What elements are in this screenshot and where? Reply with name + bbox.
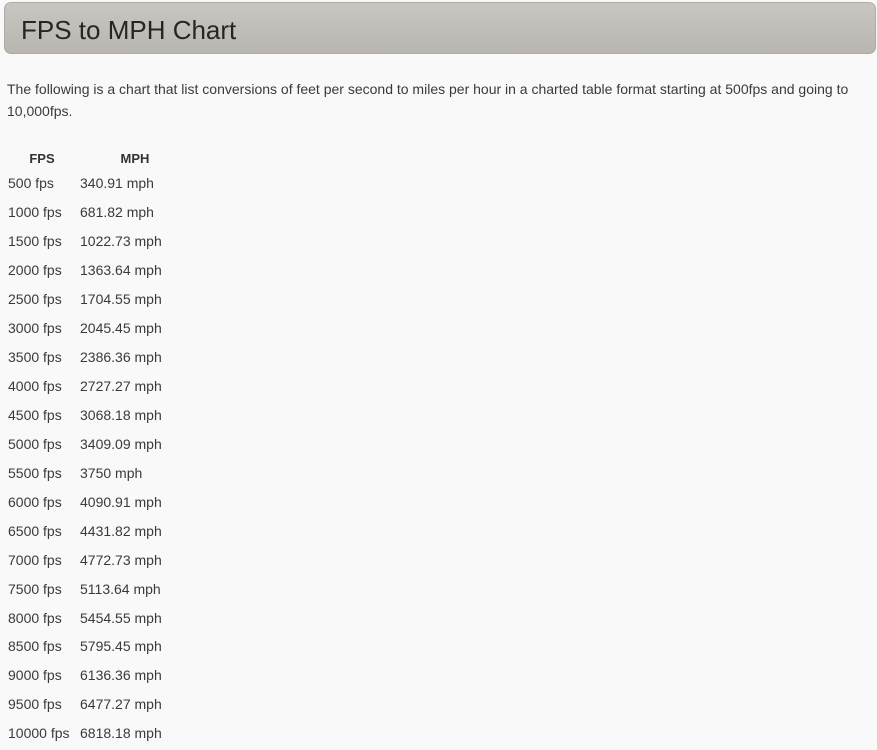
mph-cell: 4431.82 mph <box>80 522 162 539</box>
table-row: 10000 fps 6818.18 mph <box>6 719 192 748</box>
fps-cell: 2000 fps <box>8 262 62 279</box>
fps-cell: 9500 fps <box>8 696 62 713</box>
fps-cell: 500 fps <box>8 175 54 192</box>
table-row: 7000 fps 4772.73 mph <box>6 545 192 574</box>
table-row: 8500 fps 5795.45 mph <box>6 632 192 661</box>
table-row: 6000 fps 4090.91 mph <box>6 487 192 516</box>
mph-cell: 1363.64 mph <box>80 262 162 279</box>
mph-cell: 2045.45 mph <box>80 320 162 337</box>
fps-cell: 5000 fps <box>8 435 62 452</box>
fps-cell: 8000 fps <box>8 609 62 626</box>
fps-cell: 6500 fps <box>8 522 62 539</box>
mph-cell: 1704.55 mph <box>80 291 162 308</box>
mph-cell: 2727.27 mph <box>80 378 162 395</box>
table-row: 4500 fps 3068.18 mph <box>6 401 192 430</box>
fps-cell: 5500 fps <box>8 464 62 481</box>
table-body: 500 fps 340.91 mph 1000 fps 681.82 mph 1500 … <box>6 169 192 748</box>
table-row: 2000 fps 1363.64 mph <box>6 256 192 285</box>
fps-cell: 6000 fps <box>8 493 62 510</box>
page-header: FPS to MPH Chart <box>4 2 876 54</box>
mph-cell: 4090.91 mph <box>80 493 162 510</box>
table-row: 5500 fps 3750 mph <box>6 458 192 487</box>
table-row: 1000 fps 681.82 mph <box>6 198 192 227</box>
fps-cell: 3500 fps <box>8 349 62 366</box>
mph-cell: 3750 mph <box>80 464 143 481</box>
mph-cell: 3409.09 mph <box>80 435 162 452</box>
fps-cell: 3000 fps <box>8 320 62 337</box>
table-row: 7500 fps 5113.64 mph <box>6 574 192 603</box>
table-row: 9000 fps 6136.36 mph <box>6 661 192 690</box>
fps-cell: 7500 fps <box>8 580 62 597</box>
mph-cell: 6136.36 mph <box>80 667 162 684</box>
mph-cell: 5454.55 mph <box>80 609 162 626</box>
table-row: 9500 fps 6477.27 mph <box>6 690 192 719</box>
mph-cell: 681.82 mph <box>80 204 154 221</box>
fps-cell: 4500 fps <box>8 406 62 423</box>
table-row: 6500 fps 4431.82 mph <box>6 516 192 545</box>
table-row: 3500 fps 2386.36 mph <box>6 343 192 372</box>
mph-cell: 6477.27 mph <box>80 696 162 713</box>
mph-cell: 340.91 mph <box>80 175 154 192</box>
table-row: 5000 fps 3409.09 mph <box>6 429 192 458</box>
mph-cell: 5113.64 mph <box>80 580 161 597</box>
mph-cell: 4772.73 mph <box>80 551 162 568</box>
intro-paragraph: The following is a chart that list conve… <box>7 81 849 119</box>
column-header-mph: MPH <box>120 150 150 166</box>
fps-cell: 10000 fps <box>8 725 70 742</box>
mph-cell: 1022.73 mph <box>80 233 162 250</box>
page-title: FPS to MPH Chart <box>21 15 237 45</box>
fps-cell: 9000 fps <box>8 667 62 684</box>
table-row: 3000 fps 2045.45 mph <box>6 314 192 343</box>
table-row: 8000 fps 5454.55 mph <box>6 603 192 632</box>
fps-cell: 1000 fps <box>8 204 62 221</box>
fps-cell: 8500 fps <box>8 638 62 655</box>
mph-cell: 2386.36 mph <box>80 349 162 366</box>
mph-cell: 6818.18 mph <box>80 725 162 742</box>
fps-cell: 4000 fps <box>8 378 62 395</box>
fps-cell: 2500 fps <box>8 291 62 308</box>
fps-cell: 1500 fps <box>8 233 62 250</box>
table-row: 2500 fps 1704.55 mph <box>6 285 192 314</box>
table-row: 1500 fps 1022.73 mph <box>6 227 192 256</box>
table-header-row: FPS MPH <box>6 147 192 169</box>
mph-cell: 3068.18 mph <box>80 406 162 423</box>
column-header-fps: FPS <box>29 150 55 166</box>
table-row: 500 fps 340.91 mph <box>6 169 192 198</box>
mph-cell: 5795.45 mph <box>80 638 162 655</box>
fps-cell: 7000 fps <box>8 551 62 568</box>
table-row: 4000 fps 2727.27 mph <box>6 372 192 401</box>
conversion-table: FPS MPH 500 fps 340.91 mph 1000 fps 681.82 … <box>6 147 192 748</box>
